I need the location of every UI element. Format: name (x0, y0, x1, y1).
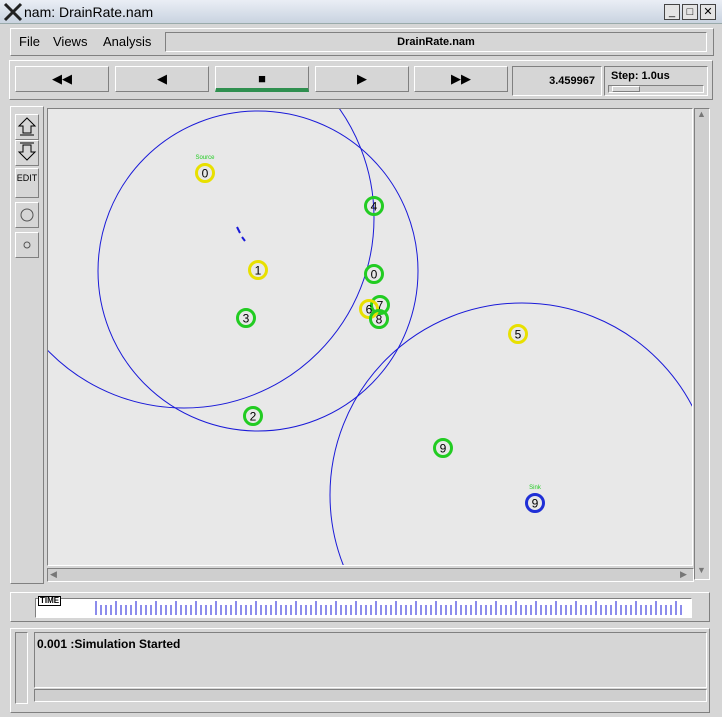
zoom-out-icon[interactable] (15, 140, 39, 166)
rewind-button[interactable]: ◀◀ (15, 66, 109, 92)
scroll-left-icon[interactable]: ◀ (50, 569, 57, 580)
scroll-right-icon[interactable]: ▶ (680, 569, 687, 580)
window-title: nam: DrainRate.nam (24, 4, 154, 20)
node-name-label: Source (195, 155, 215, 161)
node-id-label: 9 (532, 497, 539, 511)
maximize-button[interactable]: □ (682, 4, 698, 20)
node-id-label: 4 (371, 200, 378, 214)
large-node-icon[interactable] (15, 202, 39, 228)
zoom-in-icon[interactable] (15, 114, 39, 140)
node-id-label: 2 (250, 410, 257, 424)
nodes-layer: 0Source14076832599Sink (195, 155, 545, 513)
step-slider-thumb[interactable] (612, 86, 640, 92)
filename-display: DrainRate.nam (165, 32, 707, 52)
node-id-label: 5 (515, 328, 522, 342)
network-canvas[interactable]: 0 Source 1 4 0 7 6 8 3 2 5 9 9 Sink (47, 108, 693, 566)
step-label: Step: 1.0us (611, 70, 670, 82)
step-slider[interactable] (608, 85, 704, 93)
node-name-label: Sink (529, 485, 542, 491)
node-1[interactable]: 1 (248, 260, 268, 280)
timeline-slider[interactable] (35, 598, 692, 618)
vertical-scrollbar[interactable]: ▲ ▼ (694, 108, 710, 580)
node-id-label: 0 (202, 167, 209, 181)
node-id-label: 3 (243, 312, 250, 326)
menu-file[interactable]: File (19, 34, 40, 49)
node-id-label: 0 (371, 268, 378, 282)
status-horizontal-scrollbar[interactable] (34, 689, 707, 702)
play-button[interactable]: ▶ (315, 66, 409, 92)
x-logo-icon (3, 2, 23, 22)
time-display: 3.459967 (512, 66, 602, 96)
title-bar[interactable]: nam: DrainRate.nam _ □ ✕ (0, 0, 722, 24)
node-8[interactable]: 2 (243, 406, 263, 426)
stop-button[interactable]: ■ (215, 66, 309, 92)
edit-tool-button[interactable]: EDIT (15, 168, 39, 198)
status-message: 0.001 :Simulation Started (34, 632, 707, 688)
time-marker[interactable]: TIME (38, 596, 62, 606)
node-id-label: 1 (255, 264, 262, 278)
minimize-button[interactable]: _ (664, 4, 680, 20)
packet-marker (236, 226, 246, 242)
range-circle-3 (329, 302, 692, 565)
scroll-up-icon[interactable]: ▲ (697, 109, 706, 119)
timeline-ticks (95, 601, 682, 615)
fast-forward-button[interactable]: ▶▶ (414, 66, 508, 92)
node-10[interactable]: 9 (433, 438, 453, 458)
node-3[interactable]: 0 (364, 264, 384, 284)
range-circles (48, 109, 692, 565)
node-9[interactable]: 5 (508, 324, 528, 344)
node-6[interactable]: 8 (369, 309, 389, 329)
node-id-label: 8 (376, 313, 383, 327)
step-back-button[interactable]: ◀ (115, 66, 209, 92)
horizontal-scrollbar[interactable]: ◀ ▶ (47, 568, 694, 582)
node-id-label: 9 (440, 442, 447, 456)
node-2[interactable]: 4 (364, 196, 384, 216)
range-circle-1 (48, 109, 375, 409)
node-7[interactable]: 3 (236, 308, 256, 328)
status-vertical-scrollbar[interactable] (15, 632, 28, 704)
close-button[interactable]: ✕ (700, 4, 716, 20)
menu-views[interactable]: Views (53, 34, 87, 49)
menu-analysis[interactable]: Analysis (103, 34, 151, 49)
small-node-icon[interactable] (15, 232, 39, 258)
scroll-down-icon[interactable]: ▼ (697, 565, 706, 575)
node-11[interactable]: 9 Sink (525, 485, 545, 513)
network-animation[interactable]: 0Source14076832599Sink (48, 109, 692, 565)
node-0[interactable]: 0 Source (195, 155, 215, 183)
